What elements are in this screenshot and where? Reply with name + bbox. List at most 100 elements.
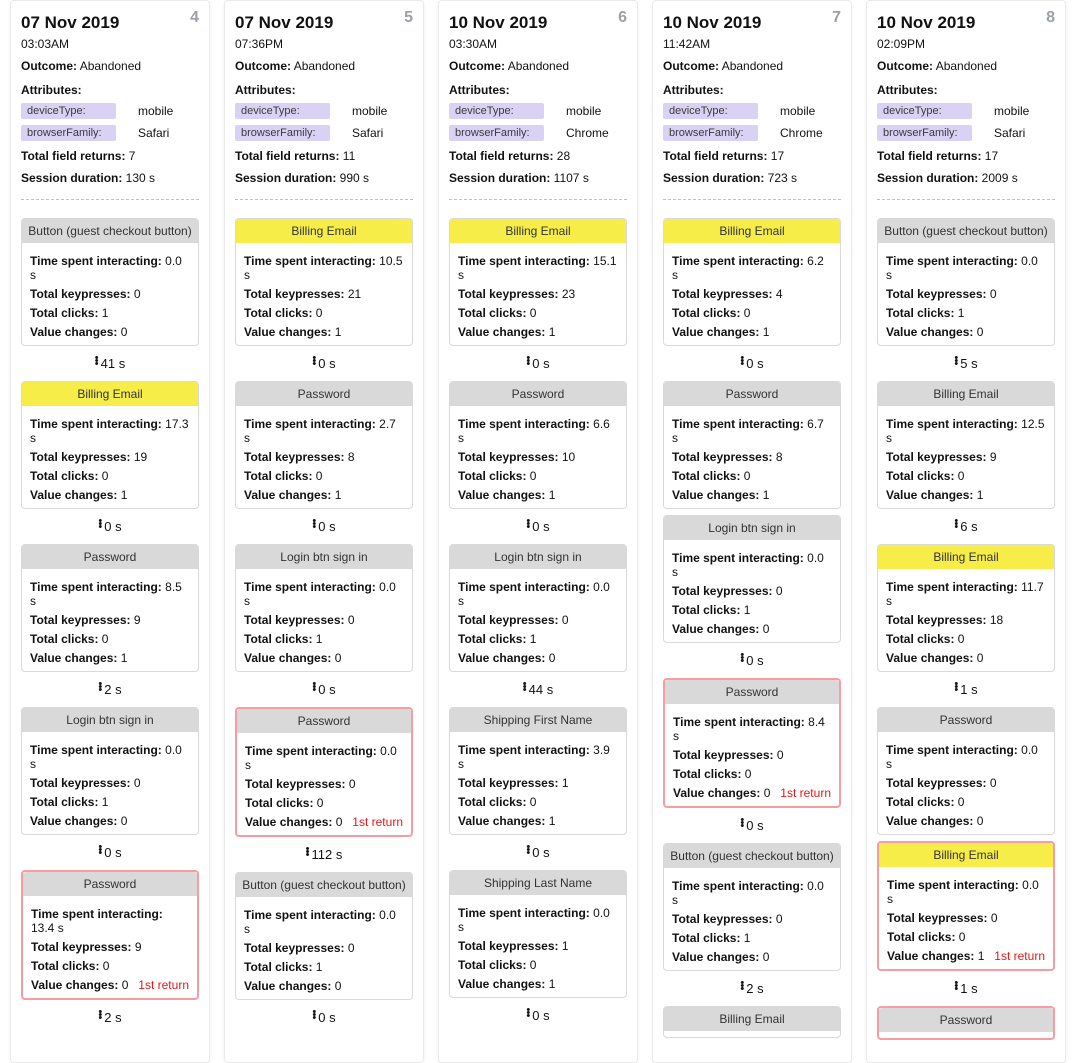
vertical-dots-icon: ••• <box>312 683 316 692</box>
session-column: 10 Nov 201911:42AM7Outcome: AbandonedAtt… <box>652 0 852 1063</box>
total-field-returns: Total field returns: 17 <box>663 149 841 163</box>
total-keypresses: Total keypresses: 21 <box>244 287 404 301</box>
total-keypresses: Total keypresses: 0 <box>672 584 832 598</box>
step-box[interactable]: Billing EmailTime spent interacting: 0.0… <box>877 841 1055 971</box>
column-header: 07 Nov 201903:03AM4 <box>21 13 199 51</box>
step-title: Billing Email <box>450 219 626 243</box>
step-box[interactable]: Login btn sign inTime spent interacting:… <box>21 707 199 835</box>
total-clicks: Total clicks: 0 <box>886 795 1046 809</box>
gap-marker: •••0 s <box>235 682 413 697</box>
total-keypresses: Total keypresses: 23 <box>458 287 618 301</box>
gap-marker: •••0 s <box>663 818 841 833</box>
value-changes: Value changes: 0 <box>886 814 1046 828</box>
step-box[interactable]: Login btn sign inTime spent interacting:… <box>235 544 413 672</box>
total-keypresses: Total keypresses: 0 <box>886 287 1046 301</box>
step-box[interactable]: Billing EmailTime spent interacting: 12.… <box>877 381 1055 509</box>
time-spent: Time spent interacting: 0.0 s <box>886 254 1046 282</box>
session-column: 07 Nov 201903:03AM4Outcome: AbandonedAtt… <box>10 0 210 1063</box>
total-keypresses: Total keypresses: 0 <box>673 748 831 762</box>
step-box[interactable]: Billing EmailTime spent interacting: 11.… <box>877 544 1055 672</box>
step-box[interactable]: PasswordTime spent interacting: 0.0 sTot… <box>877 707 1055 835</box>
vertical-dots-icon: ••• <box>98 846 102 855</box>
gap-marker: •••0 s <box>663 356 841 371</box>
vertical-dots-icon: ••• <box>954 982 958 991</box>
value-changes: Value changes: 1 <box>244 488 404 502</box>
attr-val-browser: Chrome <box>780 126 823 140</box>
vertical-dots-icon: ••• <box>954 683 958 692</box>
step-box[interactable]: Shipping First NameTime spent interactin… <box>449 707 627 835</box>
total-keypresses: Total keypresses: 0 <box>244 941 404 955</box>
value-changes: Value changes: 1 <box>30 651 190 665</box>
gap-marker: •••1 s <box>877 981 1055 996</box>
step-box[interactable]: Button (guest checkout button)Time spent… <box>235 872 413 1000</box>
step-box[interactable]: Billing Email <box>663 1006 841 1038</box>
first-return-badge: 1st return <box>994 949 1045 963</box>
attr-key-browser: browserFamily: <box>449 125 544 141</box>
step-box[interactable]: Login btn sign inTime spent interacting:… <box>449 544 627 672</box>
step-box[interactable]: PasswordTime spent interacting: 0.0 sTot… <box>235 707 413 837</box>
total-keypresses: Total keypresses: 9 <box>886 450 1046 464</box>
gap-text: 0 s <box>318 519 335 534</box>
step-box[interactable]: PasswordTime spent interacting: 2.7 sTot… <box>235 381 413 509</box>
step-title: Login btn sign in <box>22 708 198 732</box>
gap-text: 0 s <box>318 356 335 371</box>
attr-row-browser: browserFamily:Safari <box>21 125 199 141</box>
step-title: Billing Email <box>236 219 412 243</box>
step-metrics: Time spent interacting: 0.0 sTotal keypr… <box>664 868 840 964</box>
gap-text: 0 s <box>532 356 549 371</box>
step-box[interactable]: Billing EmailTime spent interacting: 17.… <box>21 381 199 509</box>
step-metrics: Time spent interacting: 6.2 sTotal keypr… <box>664 243 840 339</box>
gap-marker: •••0 s <box>235 356 413 371</box>
step-box[interactable]: Billing Email Time spent interacting: 15.… <box>449 218 627 346</box>
step-box[interactable]: Button (guest checkout button)Time spent… <box>663 843 841 971</box>
step-box[interactable]: PasswordTime spent interacting: 6.7 sTot… <box>663 381 841 509</box>
step-title: Password <box>23 872 197 896</box>
step-box[interactable]: Button (guest checkout button)Time spent… <box>877 218 1055 346</box>
total-keypresses: Total keypresses: 1 <box>458 776 618 790</box>
time-spent: Time spent interacting: 15.1 s <box>458 254 618 282</box>
step-title: Login btn sign in <box>236 545 412 569</box>
session-index: 8 <box>1046 9 1055 27</box>
step-box[interactable]: PasswordTime spent interacting: 8.4 sTot… <box>663 678 841 808</box>
value-changes: Value changes: 1 <box>458 977 618 991</box>
step-box[interactable]: Login btn sign inTime spent interacting:… <box>663 515 841 643</box>
attr-val-devicetype: mobile <box>138 104 173 118</box>
attr-key-browser: browserFamily: <box>877 125 972 141</box>
step-box[interactable]: Billing EmailTime spent interacting: 6.2… <box>663 218 841 346</box>
total-field-returns: Total field returns: 7 <box>21 149 199 163</box>
step-box[interactable]: Button (guest checkout button)Time spent… <box>21 218 199 346</box>
total-keypresses: Total keypresses: 0 <box>886 776 1046 790</box>
vertical-dots-icon: ••• <box>98 1011 102 1020</box>
step-title: Password <box>237 709 411 733</box>
step-metrics: Time spent interacting: 6.6 sTotal keypr… <box>450 406 626 502</box>
total-keypresses: Total keypresses: 18 <box>886 613 1046 627</box>
gap-marker: •••0 s <box>449 356 627 371</box>
outcome-line: Outcome: Abandoned <box>235 59 413 73</box>
gap-marker: •••2 s <box>663 981 841 996</box>
step-box[interactable]: PasswordTime spent interacting: 6.6 sTot… <box>449 381 627 509</box>
gap-marker: •••41 s <box>21 356 199 371</box>
attr-row-devicetype: deviceType:mobile <box>877 103 1055 119</box>
step-box[interactable]: PasswordTime spent interacting: 13.4 sTo… <box>21 870 199 1000</box>
gap-marker: •••0 s <box>235 1010 413 1025</box>
gap-marker: •••2 s <box>21 682 199 697</box>
step-box[interactable]: PasswordTime spent interacting: 8.5 sTot… <box>21 544 199 672</box>
total-keypresses: Total keypresses: 0 <box>30 776 190 790</box>
session-time: 03:30AM <box>449 37 627 51</box>
gap-marker: •••0 s <box>21 845 199 860</box>
step-title: Password <box>878 708 1054 732</box>
value-changes: Value changes: 0 <box>672 950 832 964</box>
gap-text: 1 s <box>960 981 977 996</box>
step-title: Button (guest checkout button) <box>236 873 412 897</box>
step-box[interactable]: Billing EmailTime spent interacting: 10.… <box>235 218 413 346</box>
time-spent: Time spent interacting: 11.7 s <box>886 580 1046 608</box>
total-clicks: Total clicks: 0 <box>673 767 831 781</box>
step-metrics: Time spent interacting: 6.7 sTotal keypr… <box>664 406 840 502</box>
vertical-dots-icon: ••• <box>740 357 744 366</box>
value-changes: Value changes: 0 <box>458 651 618 665</box>
step-box[interactable]: Password <box>877 1006 1055 1040</box>
session-column: 10 Nov 201902:09PM8Outcome: AbandonedAtt… <box>866 0 1066 1063</box>
total-clicks: Total clicks: 1 <box>244 960 404 974</box>
vertical-dots-icon: ••• <box>526 520 530 529</box>
step-box[interactable]: Shipping Last NameTime spent interacting… <box>449 870 627 998</box>
